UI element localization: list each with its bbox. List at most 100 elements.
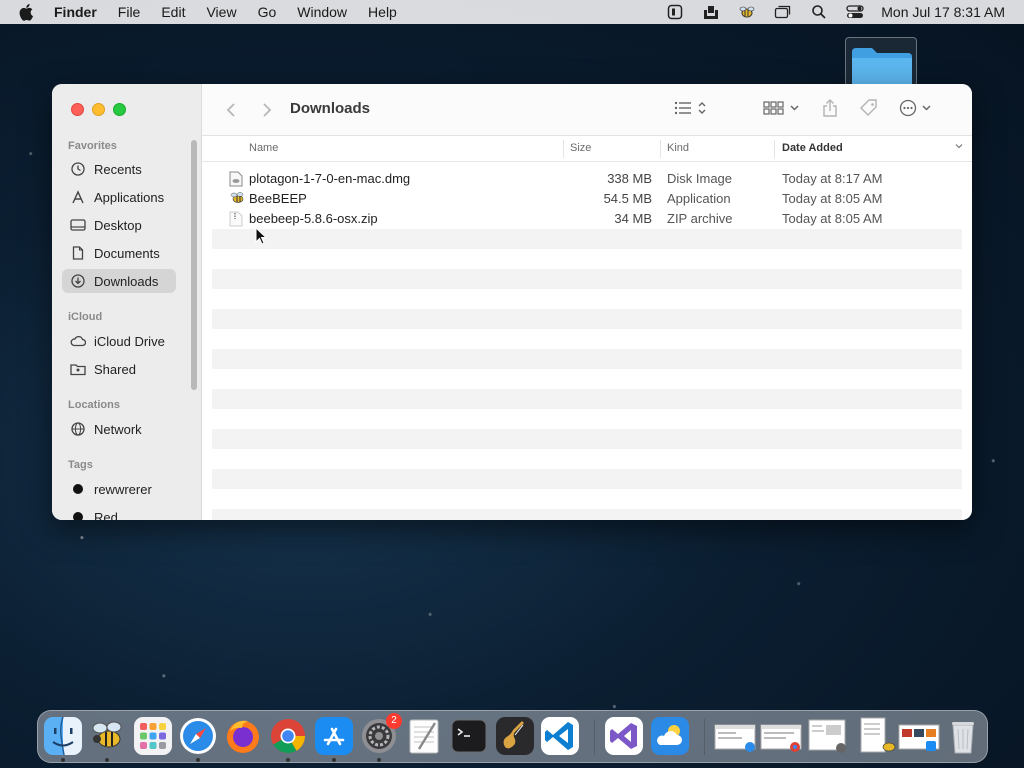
column-header-kind[interactable]: Kind: [667, 142, 689, 154]
globe-icon: [70, 421, 86, 437]
column-header-name[interactable]: Name: [249, 142, 278, 154]
back-button[interactable]: [222, 98, 240, 122]
dock-visual-studio-icon[interactable]: [605, 717, 643, 755]
menubar-clock[interactable]: Mon Jul 17 8:31 AM: [881, 4, 1005, 20]
beebeep-app-icon: [229, 191, 245, 207]
ellipsis-circle-icon: [899, 99, 935, 122]
empty-row: [212, 389, 962, 409]
dock-weather-icon[interactable]: [651, 717, 689, 755]
sort-chevron-icon[interactable]: [954, 141, 964, 154]
close-button[interactable]: [71, 103, 84, 116]
file-row-beebeep-zip[interactable]: beebeep-5.8.6-osx.zip 34 MB ZIP archive …: [212, 209, 962, 229]
spotlight-search-icon[interactable]: [810, 3, 828, 21]
file-size: 338 MB: [607, 171, 652, 186]
toolbar: Downloads: [202, 84, 972, 136]
dock-minimized-window-1[interactable]: [714, 717, 756, 755]
minimize-button[interactable]: [92, 103, 105, 116]
sidebar-tag-rewwrerer[interactable]: rewwrerer: [62, 477, 176, 501]
column-divider[interactable]: [660, 140, 661, 158]
menu-window[interactable]: Window: [297, 4, 347, 20]
dock-safari-icon[interactable]: [179, 717, 217, 755]
dock-minimized-window-2[interactable]: [760, 717, 802, 755]
sidebar-item-icloud-drive[interactable]: iCloud Drive: [62, 329, 176, 353]
tag-icon: [859, 98, 879, 123]
empty-row: [212, 449, 962, 469]
sidebar-item-label: Shared: [94, 361, 136, 377]
menu-help[interactable]: Help: [368, 4, 397, 20]
sidebar: Favorites Recents Applications Desktop D…: [52, 84, 202, 520]
empty-row: [212, 329, 962, 349]
dock-beebeep-icon[interactable]: [88, 717, 126, 755]
tags-button[interactable]: [858, 98, 880, 122]
sidebar-item-label: Desktop: [94, 217, 142, 233]
dock-trash-icon[interactable]: [944, 717, 982, 755]
empty-row: [212, 409, 962, 429]
notification-badge: 2: [386, 713, 402, 729]
column-divider[interactable]: [774, 140, 775, 158]
window-title: Downloads: [290, 100, 371, 117]
share-icon: [822, 98, 838, 123]
menu-bar: Finder File Edit View Go Window Help Mon…: [0, 0, 1024, 24]
screen-record-icon[interactable]: [666, 3, 684, 21]
more-actions-button[interactable]: [899, 98, 935, 122]
file-row-beebeep-app[interactable]: BeeBEEP 54.5 MB Application Today at 8:0…: [212, 189, 962, 209]
sidebar-item-downloads[interactable]: Downloads: [62, 269, 176, 293]
menu-edit[interactable]: Edit: [161, 4, 185, 20]
file-date-added: Today at 8:17 AM: [782, 171, 883, 186]
column-divider[interactable]: [563, 140, 564, 158]
shared-folder-icon: [70, 361, 86, 377]
dock-finder-icon[interactable]: [44, 716, 82, 756]
beebeep-status-icon[interactable]: [738, 3, 756, 21]
dock-chrome-icon[interactable]: [269, 717, 307, 755]
dock-minimized-window-5[interactable]: [898, 717, 940, 755]
column-header-date-added[interactable]: Date Added: [782, 142, 843, 154]
empty-row: [212, 249, 962, 269]
desktop-folder-icon[interactable]: [845, 37, 917, 88]
share-button[interactable]: [820, 98, 840, 122]
sidebar-item-documents[interactable]: Documents: [62, 241, 176, 265]
view-options-button[interactable]: [672, 98, 710, 122]
dock-minimized-window-3[interactable]: [806, 717, 848, 755]
sidebar-item-shared[interactable]: Shared: [62, 357, 176, 381]
menu-file[interactable]: File: [118, 4, 141, 20]
zip-archive-icon: [229, 211, 243, 227]
group-by-button[interactable]: [762, 98, 802, 122]
window-switcher-icon[interactable]: [774, 3, 792, 21]
empty-row: [212, 349, 962, 369]
sidebar-section-icloud: iCloud: [68, 311, 103, 323]
zoom-button[interactable]: [113, 103, 126, 116]
sidebar-scrollbar[interactable]: [191, 140, 197, 390]
dock: 2: [37, 710, 988, 763]
control-center-icon[interactable]: [846, 3, 864, 21]
file-name: plotagon-1-7-0-en-mac.dmg: [249, 171, 411, 186]
sidebar-item-desktop[interactable]: Desktop: [62, 213, 176, 237]
disk-image-icon: [229, 171, 243, 187]
dropbox-status-icon[interactable]: [702, 3, 720, 21]
sidebar-item-applications[interactable]: Applications: [62, 185, 176, 209]
sidebar-tag-red[interactable]: Red: [62, 505, 176, 520]
sidebar-item-recents[interactable]: Recents: [62, 157, 176, 181]
empty-row: [212, 509, 962, 520]
menu-view[interactable]: View: [206, 4, 236, 20]
column-header-size[interactable]: Size: [570, 142, 591, 154]
applications-icon: [70, 189, 86, 205]
sidebar-item-label: Recents: [94, 161, 142, 177]
dock-launchpad-icon[interactable]: [134, 717, 172, 755]
dock-app-store-icon[interactable]: [315, 717, 353, 755]
dock-vscode-icon[interactable]: [541, 717, 579, 755]
dock-textedit-icon[interactable]: [405, 717, 443, 755]
dock-terminal-icon[interactable]: [450, 717, 488, 755]
sidebar-section-tags: Tags: [68, 459, 93, 471]
empty-row: [212, 229, 962, 249]
menu-go[interactable]: Go: [258, 4, 277, 20]
apple-menu-icon[interactable]: [16, 0, 38, 24]
sidebar-item-network[interactable]: Network: [62, 417, 176, 441]
menu-app-name[interactable]: Finder: [54, 4, 97, 20]
forward-button[interactable]: [258, 98, 276, 122]
document-icon: [70, 245, 86, 261]
file-row-plotagon[interactable]: plotagon-1-7-0-en-mac.dmg 338 MB Disk Im…: [212, 169, 962, 189]
dock-garageband-icon[interactable]: [496, 717, 534, 755]
dock-minimized-window-4[interactable]: [856, 717, 898, 755]
cloud-icon: [70, 333, 86, 349]
dock-firefox-icon[interactable]: [224, 717, 262, 755]
